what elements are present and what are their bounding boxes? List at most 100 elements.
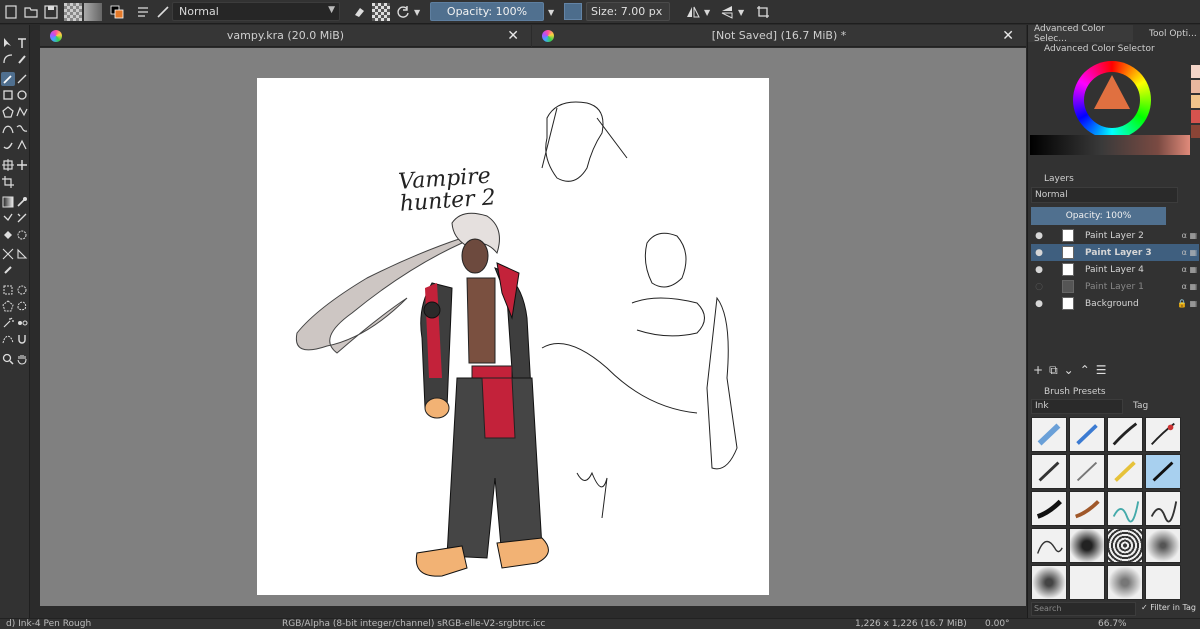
fg-bg-color-icon[interactable] xyxy=(108,3,126,21)
status-zoom[interactable]: 66.7% xyxy=(1098,619,1127,629)
shade-selector[interactable] xyxy=(1030,135,1190,155)
brush-preset[interactable] xyxy=(1069,417,1105,452)
opacity-slider[interactable]: Opacity: 100% xyxy=(430,2,544,21)
rectangle-tool-icon[interactable] xyxy=(1,88,15,102)
save-icon[interactable] xyxy=(42,3,60,21)
color-picker-icon[interactable] xyxy=(15,195,29,209)
mirror-vertical-icon[interactable] xyxy=(718,3,736,21)
open-folder-icon[interactable] xyxy=(22,3,40,21)
layer-flags-icon[interactable]: α ▦ xyxy=(1182,282,1197,291)
similar-select-icon[interactable] xyxy=(15,316,29,330)
chevron-down-icon[interactable]: ▼ xyxy=(548,3,554,21)
gradient-swatch-icon[interactable] xyxy=(84,3,102,21)
brush-preset[interactable] xyxy=(1107,417,1143,452)
magnetic-select-icon[interactable] xyxy=(15,332,29,346)
select-shapes-icon[interactable] xyxy=(1,36,15,50)
eye-icon[interactable]: ● xyxy=(1034,265,1044,275)
tab-not-saved[interactable]: [Not Saved] (16.7 MiB) * ✕ xyxy=(532,25,1026,47)
brush-preset[interactable] xyxy=(1107,565,1143,600)
recent-color-swatch[interactable] xyxy=(1191,125,1200,138)
brush-color-swatch[interactable] xyxy=(564,3,582,20)
blend-mode-select[interactable]: Normal ▼ xyxy=(172,2,340,21)
brush-tag-select[interactable]: Ink xyxy=(1031,399,1123,414)
move-layer-up-icon[interactable]: ⌃ xyxy=(1080,363,1090,379)
brush-preset[interactable] xyxy=(1069,565,1105,600)
fill-bucket-icon[interactable] xyxy=(1,228,15,242)
measure-tool-icon[interactable] xyxy=(15,247,29,261)
rect-select-icon[interactable] xyxy=(1,283,15,297)
bezier-select-icon[interactable] xyxy=(1,332,15,346)
polygon-select-icon[interactable] xyxy=(1,299,15,313)
new-document-icon[interactable] xyxy=(2,3,20,21)
chevron-down-icon[interactable]: ▼ xyxy=(738,3,744,21)
bezier-tool-icon[interactable] xyxy=(1,122,15,136)
recent-color-swatch[interactable] xyxy=(1191,110,1200,123)
layer-flags-icon[interactable]: α ▦ xyxy=(1182,248,1197,257)
brush-settings-icon[interactable] xyxy=(134,3,152,21)
brush-preset[interactable] xyxy=(1069,454,1105,489)
layer-row[interactable]: ● Paint Layer 2 α ▦ xyxy=(1031,227,1199,244)
brush-preset[interactable] xyxy=(1107,454,1143,489)
saturation-triangle[interactable] xyxy=(1094,75,1130,109)
preserve-alpha-icon[interactable] xyxy=(372,3,390,21)
contiguous-select-icon[interactable] xyxy=(1,316,15,330)
size-slider[interactable]: Size: 7.00 px xyxy=(586,2,670,21)
brush-preset[interactable] xyxy=(1145,565,1181,600)
brush-preset[interactable] xyxy=(1031,565,1067,600)
brush-preset[interactable] xyxy=(1107,528,1143,563)
eye-closed-icon[interactable]: ○ xyxy=(1034,282,1044,292)
brush-preset[interactable] xyxy=(1145,528,1181,563)
drawing-canvas[interactable]: Vampire hunter 2 xyxy=(257,78,769,595)
reload-preset-icon[interactable] xyxy=(394,3,412,21)
status-rotation[interactable]: 0.00° xyxy=(985,619,1010,629)
edit-shapes-icon[interactable] xyxy=(1,52,15,66)
assistant-tool-icon[interactable] xyxy=(1,247,15,261)
brush-preset[interactable] xyxy=(1031,454,1067,489)
eye-icon[interactable]: ● xyxy=(1034,231,1044,241)
zoom-tool-icon[interactable] xyxy=(1,352,15,366)
gradient-tool-icon[interactable] xyxy=(1,195,15,209)
close-icon[interactable]: ✕ xyxy=(1002,28,1014,44)
recent-color-swatch[interactable] xyxy=(1191,80,1200,93)
layer-properties-icon[interactable]: ☰ xyxy=(1096,363,1107,379)
eye-icon[interactable]: ● xyxy=(1034,299,1044,309)
ellipse-select-icon[interactable] xyxy=(15,283,29,297)
layer-flags-icon[interactable]: α ▦ xyxy=(1182,231,1197,240)
filter-in-tag-checkbox[interactable]: ✓ Filter in Tag xyxy=(1141,603,1196,612)
colorize-mask-icon[interactable] xyxy=(1,211,15,225)
brush-preset[interactable] xyxy=(1031,417,1067,452)
layer-flags-icon[interactable]: α ▦ xyxy=(1182,265,1197,274)
pattern-swatch-icon[interactable] xyxy=(64,3,82,21)
recent-color-swatch[interactable] xyxy=(1191,95,1200,108)
layer-blend-select[interactable]: Normal xyxy=(1031,187,1178,203)
ellipse-tool-icon[interactable] xyxy=(15,88,29,102)
brush-preset-selected[interactable] xyxy=(1145,454,1181,489)
reference-pin-icon[interactable] xyxy=(1,263,15,277)
chevron-down-icon[interactable]: ▼ xyxy=(414,3,420,21)
brush-preset[interactable] xyxy=(1031,491,1067,526)
tag-button[interactable]: Tag xyxy=(1133,401,1148,411)
tab-tool-options[interactable]: Tool Opti... xyxy=(1143,25,1200,42)
brush-preset-icon[interactable] xyxy=(154,3,172,21)
close-icon[interactable]: ✕ xyxy=(507,28,519,44)
line-tool-icon[interactable] xyxy=(15,72,29,86)
tab-vampy[interactable]: vampy.kra (20.0 MiB) ✕ xyxy=(40,25,531,47)
add-layer-icon[interactable]: + xyxy=(1033,363,1043,379)
brush-preset[interactable] xyxy=(1069,528,1105,563)
brush-preset[interactable] xyxy=(1069,491,1105,526)
mirror-horizontal-icon[interactable] xyxy=(684,3,702,21)
freehand-brush-icon[interactable] xyxy=(1,72,15,86)
chevron-down-icon[interactable]: ▼ xyxy=(704,3,710,21)
lock-icon[interactable]: 🔒 ▦ xyxy=(1177,299,1197,308)
wrap-around-icon[interactable] xyxy=(754,3,772,21)
dynamic-brush-icon[interactable] xyxy=(1,138,15,152)
calligraphy-icon[interactable] xyxy=(15,52,29,66)
layer-row[interactable]: ○ Paint Layer 1 α ▦ xyxy=(1031,278,1199,295)
polyline-tool-icon[interactable] xyxy=(15,105,29,119)
smart-patch-icon[interactable] xyxy=(15,211,29,225)
duplicate-layer-icon[interactable]: ⧉ xyxy=(1049,363,1058,379)
multibrush-icon[interactable] xyxy=(15,138,29,152)
brush-preset[interactable] xyxy=(1145,417,1181,452)
layer-row[interactable]: ● Paint Layer 3 α ▦ xyxy=(1031,244,1199,261)
layer-row[interactable]: ● Background 🔒 ▦ xyxy=(1031,295,1199,312)
